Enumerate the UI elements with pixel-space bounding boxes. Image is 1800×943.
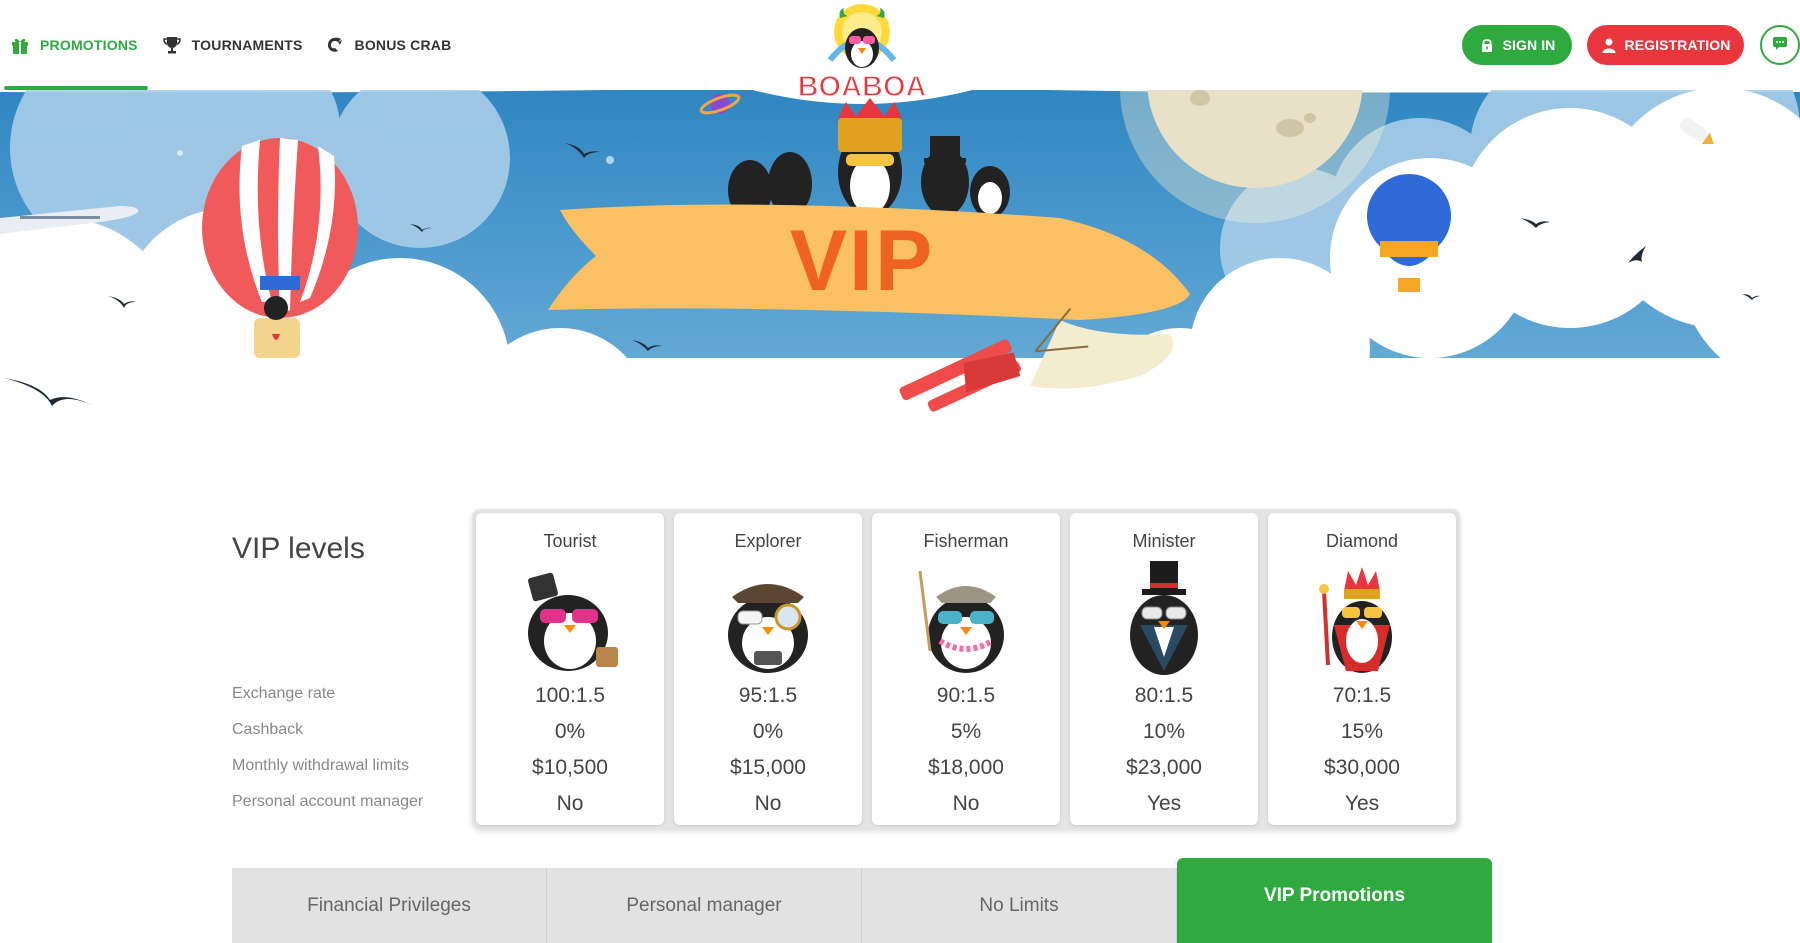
boaboa-logo[interactable]: BOABOA — [797, 0, 927, 104]
diamond-penguin-icon — [1302, 561, 1422, 677]
vip-hero-banner: VIP — [0, 88, 1800, 478]
user-icon — [1601, 37, 1617, 53]
nav-label-tournaments: TOURNAMENTS — [191, 37, 303, 53]
tab-personal-manager[interactable]: Personal manager — [547, 868, 862, 943]
row-label-cashback: Cashback — [232, 721, 304, 738]
card-cashback: 15% — [1340, 720, 1384, 743]
card-tier-name: Fisherman — [923, 531, 1009, 551]
registration-label: REGISTRATION — [1624, 37, 1731, 53]
chat-icon — [1771, 34, 1789, 57]
gift-icon — [10, 35, 30, 55]
vip-card-fisherman: Fisherman 90:1.5 5% $18,000 No — [872, 513, 1060, 825]
vip-card-explorer: Explorer 95:1.5 0% $15,000 No — [674, 513, 862, 825]
sign-in-button[interactable]: SIGN IN — [1462, 25, 1572, 65]
vip-levels-title: VIP levels — [232, 532, 365, 565]
card-account-manager: No — [556, 792, 584, 815]
nav-item-tournaments[interactable]: TOURNAMENTS — [152, 0, 315, 90]
vip-banner-text: VIP — [790, 213, 935, 309]
card-exchange-rate: 90:1.5 — [936, 684, 996, 707]
card-tier-name: Diamond — [1325, 531, 1399, 551]
sign-in-label: SIGN IN — [1502, 37, 1556, 53]
vip-row-labels: Exchange rate Cashback Monthly withdrawa… — [232, 680, 423, 824]
card-account-manager: No — [754, 792, 782, 815]
crab-claw-icon — [325, 35, 345, 55]
card-withdrawal-limit: $18,000 — [928, 756, 1004, 779]
nav-item-promotions[interactable]: PROMOTIONS — [0, 0, 152, 90]
vip-card-minister: Minister 80:1.5 10% $23,000 Yes — [1070, 513, 1258, 825]
tab-financial-privileges[interactable]: Financial Privileges — [232, 868, 547, 943]
hero-illustration: VIP — [0, 88, 1800, 478]
tab-no-limits[interactable]: No Limits — [862, 868, 1177, 943]
card-cashback: 10% — [1142, 720, 1186, 743]
card-withdrawal-limit: $10,500 — [532, 756, 608, 779]
card-cashback: 0% — [752, 720, 784, 743]
row-label-account-manager: Personal account manager — [232, 793, 424, 810]
card-withdrawal-limit: $23,000 — [1126, 756, 1202, 779]
main-nav: PROMOTIONS TOURNAMENTS BONUS CRAB — [0, 0, 463, 90]
card-tier-name: Minister — [1132, 531, 1196, 551]
card-cashback: 0% — [554, 720, 586, 743]
minister-penguin-icon — [1104, 561, 1224, 677]
trophy-icon — [162, 35, 182, 55]
card-account-manager: Yes — [1146, 792, 1182, 815]
card-withdrawal-limit: $15,000 — [730, 756, 806, 779]
card-tier-name: Explorer — [734, 531, 802, 551]
vip-card-tourist: Tourist 100:1.5 0% $10,500 No — [476, 513, 664, 825]
nav-label-promotions: PROMOTIONS — [40, 37, 138, 53]
card-cashback: 5% — [950, 720, 982, 743]
auth-area: SIGN IN REGISTRATION — [1462, 0, 1800, 90]
chat-button[interactable] — [1760, 25, 1800, 65]
card-account-manager: Yes — [1344, 792, 1380, 815]
nav-label-bonus-crab: BONUS CRAB — [354, 37, 452, 53]
explorer-penguin-icon — [708, 561, 828, 677]
row-label-withdrawal-limits: Monthly withdrawal limits — [232, 757, 409, 774]
lock-icon — [1479, 37, 1495, 53]
card-exchange-rate: 100:1.5 — [534, 684, 606, 707]
row-label-exchange-rate: Exchange rate — [232, 685, 336, 702]
card-exchange-rate: 80:1.5 — [1134, 684, 1194, 707]
vip-level-cards: Tourist 100:1.5 0% $10,500 No Explorer 9… — [472, 509, 1460, 829]
fisherman-penguin-icon — [906, 561, 1026, 677]
vip-benefit-tabs: Financial Privileges Personal manager No… — [232, 858, 1493, 943]
tourist-penguin-icon — [510, 561, 630, 677]
card-exchange-rate: 70:1.5 — [1332, 684, 1392, 707]
card-exchange-rate: 95:1.5 — [738, 684, 798, 707]
vip-card-diamond: Diamond 70:1.5 15% $30,000 Yes — [1268, 513, 1456, 825]
logo-text: BOABOA — [800, 71, 925, 103]
registration-button[interactable]: REGISTRATION — [1587, 25, 1744, 65]
nav-item-bonus-crab[interactable]: BONUS CRAB — [315, 0, 464, 90]
card-tier-name: Tourist — [543, 531, 597, 551]
card-account-manager: No — [952, 792, 980, 815]
tab-vip-promotions[interactable]: VIP Promotions — [1177, 858, 1492, 943]
card-withdrawal-limit: $30,000 — [1324, 756, 1400, 779]
